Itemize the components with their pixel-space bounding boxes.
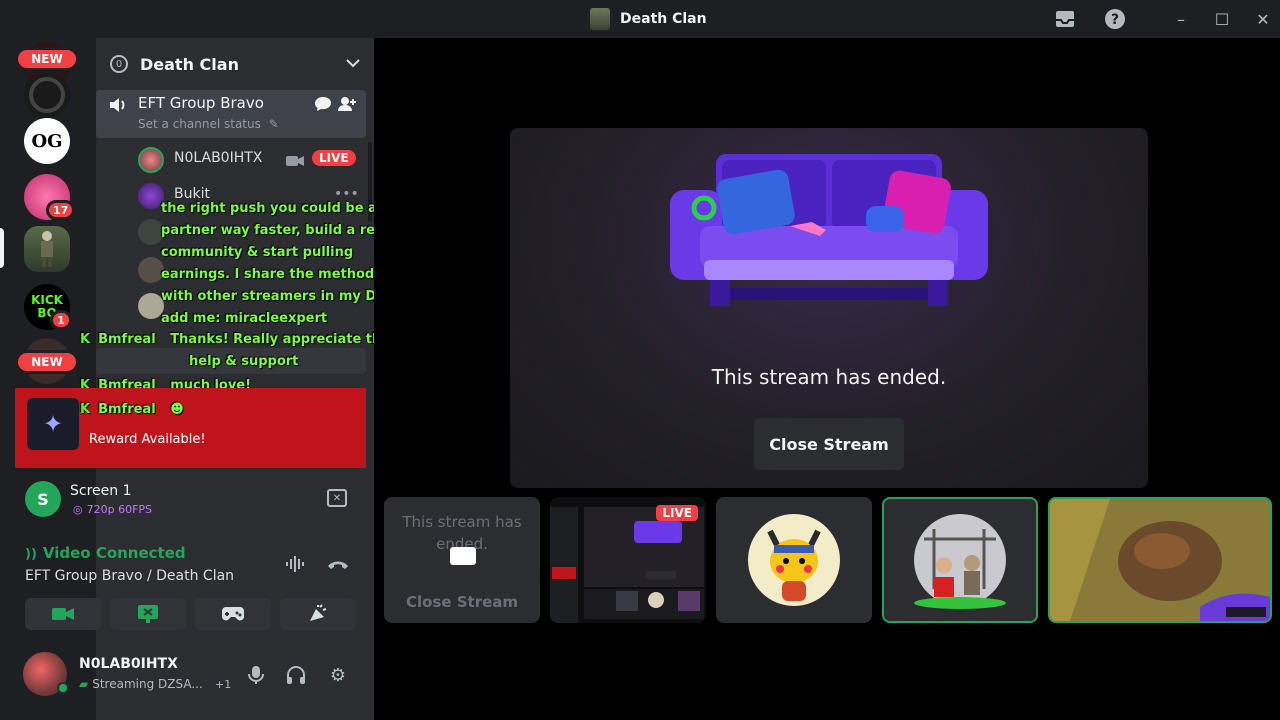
connection-status[interactable]: )) Video Connected bbox=[25, 544, 186, 562]
guild-name: Death Clan bbox=[140, 54, 239, 74]
pencil-icon: ✎ bbox=[268, 117, 279, 131]
maximize-button[interactable]: ☐ bbox=[1211, 8, 1233, 30]
kick-icon: K bbox=[80, 402, 91, 417]
reward-banner[interactable]: ✦ Reward Available! bbox=[15, 388, 366, 468]
boost-level-icon: 0 bbox=[110, 55, 128, 73]
pikachu-avatar-icon bbox=[748, 514, 840, 606]
server-icon-og[interactable]: OG bbox=[24, 118, 70, 164]
star-compass-icon: ✦ bbox=[27, 398, 79, 450]
user-panel: N0LAB0IHTX ▰ Streaming DZSA... +1 ⚙ bbox=[15, 648, 366, 704]
minimize-button[interactable]: – bbox=[1170, 8, 1192, 30]
voice-action-row bbox=[15, 598, 366, 632]
activity-count: +1 bbox=[215, 678, 232, 691]
chat-line: K Bmfreal Thanks! Really appreciate the bbox=[80, 332, 390, 347]
chat-line: help & support bbox=[189, 354, 299, 369]
stream-tile-live[interactable]: LIVE bbox=[550, 497, 706, 623]
close-stream-button[interactable]: Close Stream bbox=[754, 418, 904, 470]
inbox-icon[interactable] bbox=[1054, 8, 1076, 30]
user-status-text: Streaming DZSA... bbox=[92, 677, 203, 691]
emote-icon: ☻ bbox=[170, 402, 184, 417]
voice-connection-panel: )) Video Connected EFT Group Bravo / Deat… bbox=[15, 540, 366, 600]
server-icon-death-clan[interactable] bbox=[24, 226, 70, 272]
avatar bbox=[138, 147, 164, 173]
chat-user: Bmfreal bbox=[98, 332, 156, 347]
settings-gear-icon[interactable]: ⚙ bbox=[325, 662, 351, 688]
stream-quality-text: 720p 60FPS bbox=[86, 503, 153, 516]
microphone-icon[interactable] bbox=[243, 662, 269, 688]
server-icon-dark[interactable] bbox=[24, 72, 70, 118]
kick-icon: K bbox=[80, 332, 91, 347]
noise-suppression-icon[interactable] bbox=[281, 552, 311, 576]
camera-button[interactable] bbox=[25, 598, 101, 630]
chat-user: Bmfreal bbox=[98, 402, 156, 417]
voice-channel-name: EFT Group Bravo bbox=[138, 94, 264, 112]
channel-status-input[interactable]: Set a channel status ✎ bbox=[138, 117, 279, 131]
screen-share-button[interactable] bbox=[110, 598, 186, 630]
screen-share-panel: S Screen 1 ◎ 720p 60FPS ✕ bbox=[15, 476, 366, 528]
soundboard-button[interactable] bbox=[280, 598, 356, 630]
connection-status-text: Video Connected bbox=[42, 544, 186, 562]
unread-badge: 17 bbox=[46, 200, 76, 220]
stream-tile-ended[interactable]: This stream has ended. Close Stream bbox=[384, 497, 540, 623]
help-icon[interactable]: ? bbox=[1104, 8, 1126, 30]
svg-text:?: ? bbox=[1111, 12, 1119, 28]
speaker-icon bbox=[108, 96, 128, 118]
live-badge: LIVE bbox=[312, 150, 356, 166]
selected-server-pill bbox=[0, 228, 4, 268]
guild-header[interactable]: 0 Death Clan bbox=[96, 38, 374, 90]
stream-status-icon: ▰ bbox=[79, 677, 89, 691]
stream-thumbnail-icon bbox=[1050, 499, 1270, 621]
boost-icon: ◎ bbox=[73, 503, 83, 516]
screen-share-icon: S bbox=[25, 481, 61, 517]
participant-tile-toad[interactable] bbox=[1048, 497, 1272, 623]
chat-line: K Bmfreal ☻ bbox=[80, 402, 184, 417]
title-bar: Death Clan ? – ☐ ✕ bbox=[0, 0, 1280, 38]
member-name: N0LAB0IHTX bbox=[174, 150, 263, 166]
user-status: ▰ Streaming DZSA... bbox=[79, 677, 203, 691]
live-badge: LIVE bbox=[656, 505, 698, 521]
close-window-button[interactable]: ✕ bbox=[1252, 8, 1274, 30]
headphones-icon[interactable] bbox=[283, 662, 309, 688]
stream-quality: ◎ 720p 60FPS bbox=[73, 503, 153, 516]
participant-avatar-icon bbox=[884, 499, 1036, 621]
window-title: Death Clan bbox=[590, 8, 707, 30]
voice-channel-eft-group-bravo[interactable]: EFT Group Bravo Set a channel status ✎ bbox=[96, 90, 366, 138]
couch-illustration-icon bbox=[670, 154, 988, 306]
new-badge: NEW bbox=[15, 47, 79, 71]
activities-button[interactable] bbox=[195, 598, 271, 630]
disconnect-icon[interactable] bbox=[323, 552, 353, 576]
monitor-icon bbox=[450, 547, 476, 565]
stream-ended-text: This stream has ended. bbox=[711, 365, 947, 389]
main-stream-tile[interactable]: This stream has ended. Close Stream bbox=[510, 128, 1148, 488]
server-avatar-icon bbox=[590, 8, 610, 30]
signal-icon: )) bbox=[25, 547, 37, 562]
voice-member-n0lab0ihtx[interactable]: N0LAB0IHTX LIVE bbox=[96, 142, 366, 176]
invite-user-icon[interactable] bbox=[338, 96, 356, 116]
participant-tile-speaking[interactable] bbox=[882, 497, 1038, 623]
stream-stage: This stream has ended. Close Stream This… bbox=[374, 38, 1280, 720]
unread-badge: 1 bbox=[50, 310, 72, 330]
chevron-down-icon bbox=[346, 56, 360, 72]
participant-tile-pikachu[interactable] bbox=[716, 497, 872, 623]
camera-icon bbox=[286, 152, 304, 171]
channel-status-placeholder: Set a channel status bbox=[138, 117, 261, 131]
screen-share-name: Screen 1 bbox=[70, 483, 132, 499]
window-title-text: Death Clan bbox=[620, 11, 707, 27]
reward-text: Reward Available! bbox=[89, 432, 206, 447]
user-name: N0LAB0IHTX bbox=[79, 656, 178, 672]
stop-streaming-button[interactable]: ✕ bbox=[327, 489, 347, 507]
connection-channel[interactable]: EFT Group Bravo / Death Clan bbox=[25, 568, 234, 584]
new-badge: NEW bbox=[15, 350, 79, 374]
online-status-icon bbox=[57, 682, 69, 694]
chat-bubble-icon[interactable] bbox=[314, 96, 332, 116]
close-stream-button[interactable]: Close Stream bbox=[384, 593, 540, 611]
chat-text: Thanks! Really appreciate the bbox=[170, 332, 391, 347]
